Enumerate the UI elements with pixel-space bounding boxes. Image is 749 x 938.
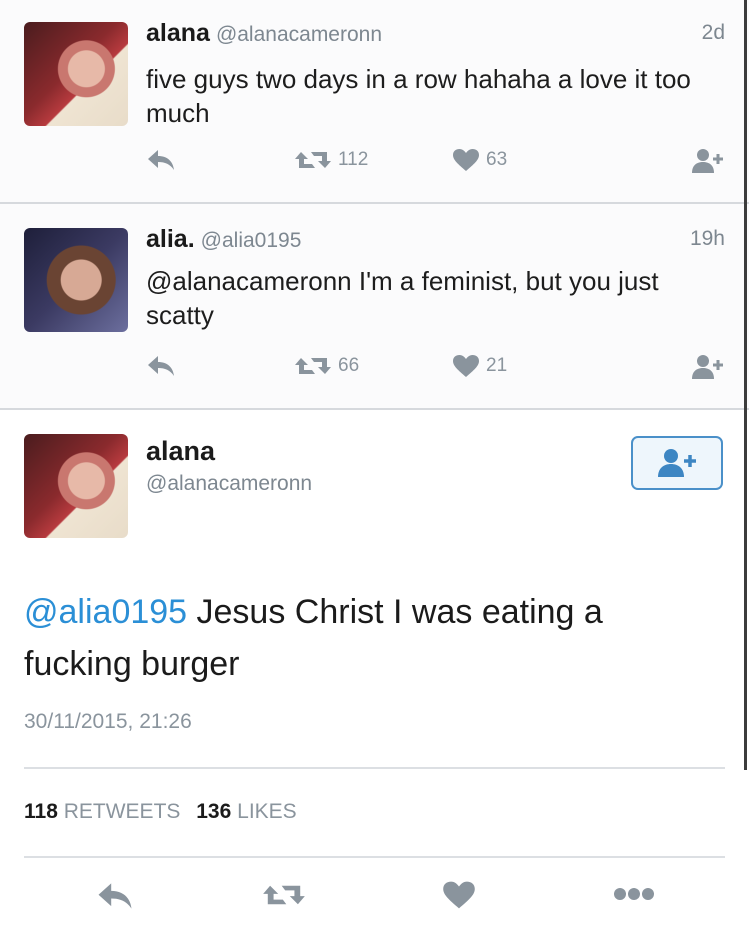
tweet-text: five guys two days in a row hahaha a lov… (146, 64, 691, 128)
user-name[interactable]: alana (146, 436, 215, 467)
retweet-count: 66 (338, 355, 360, 376)
avatar[interactable] (24, 22, 128, 126)
detail-actions (0, 880, 749, 920)
divider (24, 856, 725, 858)
scrollbar[interactable] (744, 0, 747, 770)
like-button[interactable] (442, 880, 476, 915)
like-total: 136 (196, 800, 232, 823)
mention-link[interactable]: @alia0195 (24, 593, 187, 631)
tweet-date: 30/11/2015, 21:26 (24, 710, 192, 733)
tweet-actions: 66 21 (146, 354, 725, 388)
retweet-total: 118 (24, 800, 58, 823)
retweet-icon (294, 148, 332, 172)
retweet-count: 112 (338, 149, 369, 170)
tweet-text: @alia0195 Jesus Christ I was eating a fu… (24, 586, 709, 690)
retweet-icon (262, 880, 306, 910)
heart-icon (442, 880, 476, 910)
user-handle[interactable]: @alia0195 (201, 229, 302, 252)
tweet-time: 2d (701, 21, 725, 44)
tweet-header: alia. @alia0195 19h (146, 224, 725, 256)
reply-icon (96, 880, 134, 912)
follow-button[interactable] (691, 148, 725, 174)
follow-button[interactable] (631, 436, 723, 490)
follow-user-icon (657, 448, 697, 478)
retweet-button[interactable]: 112 (294, 148, 368, 172)
avatar[interactable] (24, 228, 128, 332)
reply-icon (146, 354, 176, 378)
user-name[interactable]: alana (146, 19, 210, 47)
retweets-stat[interactable]: 118 RETWEETS (24, 800, 180, 823)
follow-user-icon (691, 354, 725, 380)
tweet-time: 19h (689, 227, 725, 250)
reply-button[interactable] (146, 354, 176, 378)
tweet-alia[interactable]: alia. @alia0195 19h @alanacameronn I'm a … (0, 204, 749, 410)
divider (24, 767, 725, 769)
user-name[interactable]: alia. (146, 225, 195, 253)
reply-button[interactable] (96, 880, 134, 917)
reply-button[interactable] (146, 148, 176, 172)
follow-button[interactable] (691, 354, 725, 380)
follow-user-icon (691, 148, 725, 174)
retweet-button[interactable]: 66 (294, 354, 359, 378)
user-handle[interactable]: @alanacameronn (146, 472, 312, 496)
like-count: 63 (486, 149, 508, 170)
retweets-label: RETWEETS (63, 800, 181, 823)
avatar[interactable] (24, 434, 128, 538)
like-button[interactable]: 63 (452, 148, 507, 172)
more-icon (612, 886, 656, 902)
reply-icon (146, 148, 176, 172)
user-handle[interactable]: @alanacameronn (216, 23, 382, 46)
like-button[interactable]: 21 (452, 354, 507, 378)
more-button[interactable] (612, 886, 656, 907)
tweet-actions: 112 63 (146, 148, 725, 182)
heart-icon (452, 148, 480, 172)
likes-stat[interactable]: 136 LIKES (196, 800, 296, 823)
heart-icon (452, 354, 480, 378)
like-count: 21 (486, 355, 508, 376)
retweet-button[interactable] (262, 880, 306, 915)
retweet-icon (294, 354, 332, 378)
tweet-stats: 118 RETWEETS 136 LIKES (24, 800, 297, 824)
tweet-header: alana @alanacameronn 2d (146, 18, 725, 50)
likes-label: LIKES (237, 800, 297, 823)
tweet-detail: alana @alanacameronn @alia0195 Jesus Chr… (0, 410, 749, 938)
tweet-text: @alanacameronn I'm a feminist, but you j… (146, 266, 659, 330)
tweet-alana[interactable]: alana @alanacameronn 2d five guys two day… (0, 0, 749, 204)
